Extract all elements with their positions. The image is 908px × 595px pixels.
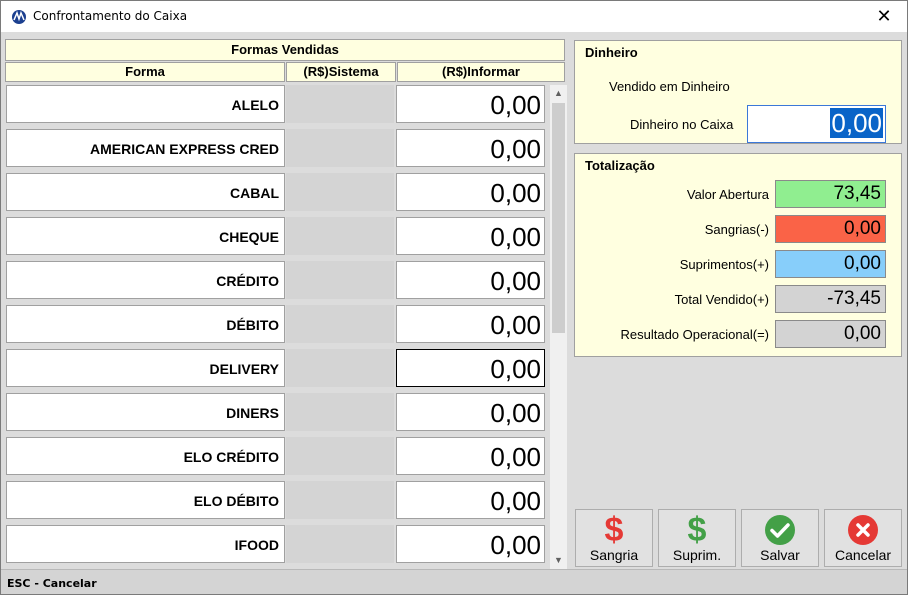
table-row: AMERICAN EXPRESS CRED 0,00 xyxy=(5,129,547,169)
app-logo-icon xyxy=(12,10,26,24)
cancelar-button-label: Cancelar xyxy=(834,547,892,563)
dinheiro-panel: Dinheiro Vendido em Dinheiro Dinheiro no… xyxy=(574,40,902,144)
totalizacao-panel: Totalização Valor Abertura 73,45 Sangria… xyxy=(574,153,902,357)
table-row: DINERS 0,00 xyxy=(5,393,547,433)
dinheiro-caixa-label: Dinheiro no Caixa xyxy=(630,117,734,132)
resultado-operacional-value: 0,00 xyxy=(775,320,886,348)
row-forma: CHEQUE xyxy=(6,217,285,255)
column-header-informar: (R$)Informar xyxy=(397,62,565,82)
valor-abertura-value: 73,45 xyxy=(775,180,886,208)
check-circle-icon xyxy=(742,512,818,548)
status-bar: ESC - Cancelar xyxy=(1,569,907,594)
scroll-thumb[interactable] xyxy=(552,103,565,333)
row-sistema xyxy=(286,129,394,167)
grid-scrollbar[interactable]: ▲ ▼ xyxy=(550,85,567,569)
row-sistema xyxy=(286,525,394,563)
row-forma: DELIVERY xyxy=(6,349,285,387)
x-circle-icon xyxy=(825,512,901,548)
row-sistema xyxy=(286,393,394,431)
total-vendido-value: -73,45 xyxy=(775,285,886,313)
row-informar-input[interactable]: 0,00 xyxy=(396,217,545,255)
table-row: DELIVERY 0,00 xyxy=(5,349,547,389)
valor-abertura-label: Valor Abertura xyxy=(686,187,769,202)
row-sistema xyxy=(286,481,394,519)
row-informar-input[interactable]: 0,00 xyxy=(396,525,545,563)
vendido-dinheiro-label: Vendido em Dinheiro xyxy=(609,79,730,94)
total-vendido-label: Total Vendido(+) xyxy=(674,292,769,307)
row-forma: ELO DÉBITO xyxy=(6,481,285,519)
row-forma: ELO CRÉDITO xyxy=(6,437,285,475)
grid-rows: ALELO 0,00 AMERICAN EXPRESS CRED 0,00 CA… xyxy=(5,85,547,569)
row-sistema xyxy=(286,85,394,123)
close-button[interactable]: ✕ xyxy=(861,1,907,32)
row-sistema xyxy=(286,437,394,475)
client-area: Formas Vendidas Forma (R$)Sistema (R$)In… xyxy=(1,32,907,569)
suprimento-button[interactable]: $ Suprim. xyxy=(658,509,736,567)
window-title: Confrontamento do Caixa xyxy=(33,9,188,23)
dinheiro-title: Dinheiro xyxy=(585,45,638,60)
grid-title: Formas Vendidas xyxy=(5,39,565,61)
row-informar-input[interactable]: 0,00 xyxy=(396,349,545,387)
sangrias-value: 0,00 xyxy=(775,215,886,243)
scroll-down-icon[interactable]: ▼ xyxy=(550,552,567,569)
sangrias-label: Sangrias(-) xyxy=(704,222,769,237)
row-forma: CABAL xyxy=(6,173,285,211)
suprimentos-label: Suprimentos(+) xyxy=(679,257,769,272)
column-header-forma: Forma xyxy=(5,62,285,82)
table-row: CABAL 0,00 xyxy=(5,173,547,213)
dollar-red-icon: $ xyxy=(604,511,624,549)
row-forma: CRÉDITO xyxy=(6,261,285,299)
table-row: ELO CRÉDITO 0,00 xyxy=(5,437,547,477)
table-row: IFOOD 0,00 xyxy=(5,525,547,565)
cancelar-button[interactable]: Cancelar xyxy=(824,509,902,567)
row-sistema xyxy=(286,305,394,343)
row-informar-input[interactable]: 0,00 xyxy=(396,437,545,475)
payment-methods-grid: Formas Vendidas Forma (R$)Sistema (R$)In… xyxy=(5,39,567,569)
row-informar-input[interactable]: 0,00 xyxy=(396,393,545,431)
row-forma: DÉBITO xyxy=(6,305,285,343)
row-forma: ALELO xyxy=(6,85,285,123)
row-forma: IFOOD xyxy=(6,525,285,563)
table-row: ALELO 0,00 xyxy=(5,85,547,125)
row-sistema xyxy=(286,349,394,387)
table-row: CRÉDITO 0,00 xyxy=(5,261,547,301)
table-row: CHEQUE 0,00 xyxy=(5,217,547,257)
sangria-button-label: Sangria xyxy=(589,547,639,563)
dollar-green-icon: $ xyxy=(687,511,707,549)
salvar-button-label: Salvar xyxy=(760,547,800,563)
row-informar-input[interactable]: 0,00 xyxy=(396,305,545,343)
salvar-button[interactable]: Salvar xyxy=(741,509,819,567)
row-sistema xyxy=(286,173,394,211)
row-informar-input[interactable]: 0,00 xyxy=(396,481,545,519)
row-informar-input[interactable]: 0,00 xyxy=(396,261,545,299)
scroll-up-icon[interactable]: ▲ xyxy=(550,85,567,102)
status-text: ESC - Cancelar xyxy=(7,577,97,590)
column-header-sistema: (R$)Sistema xyxy=(286,62,396,82)
suprimento-button-label: Suprim. xyxy=(672,547,722,563)
suprimentos-value: 0,00 xyxy=(775,250,886,278)
row-informar-input[interactable]: 0,00 xyxy=(396,85,545,123)
row-informar-input[interactable]: 0,00 xyxy=(396,173,545,211)
window: Confrontamento do Caixa ✕ Formas Vendida… xyxy=(0,0,908,595)
resultado-operacional-label: Resultado Operacional(=) xyxy=(620,327,770,342)
title-bar: Confrontamento do Caixa ✕ xyxy=(1,1,907,32)
dinheiro-caixa-value: 0,00 xyxy=(830,108,883,138)
totalizacao-title: Totalização xyxy=(585,158,655,173)
row-informar-input[interactable]: 0,00 xyxy=(396,129,545,167)
row-sistema xyxy=(286,217,394,255)
table-row: DÉBITO 0,00 xyxy=(5,305,547,345)
dinheiro-caixa-input[interactable]: 0,00 xyxy=(747,105,886,143)
row-forma: AMERICAN EXPRESS CRED xyxy=(6,129,285,167)
sangria-button[interactable]: $ Sangria xyxy=(575,509,653,567)
table-row: ELO DÉBITO 0,00 xyxy=(5,481,547,521)
row-sistema xyxy=(286,261,394,299)
row-forma: DINERS xyxy=(6,393,285,431)
